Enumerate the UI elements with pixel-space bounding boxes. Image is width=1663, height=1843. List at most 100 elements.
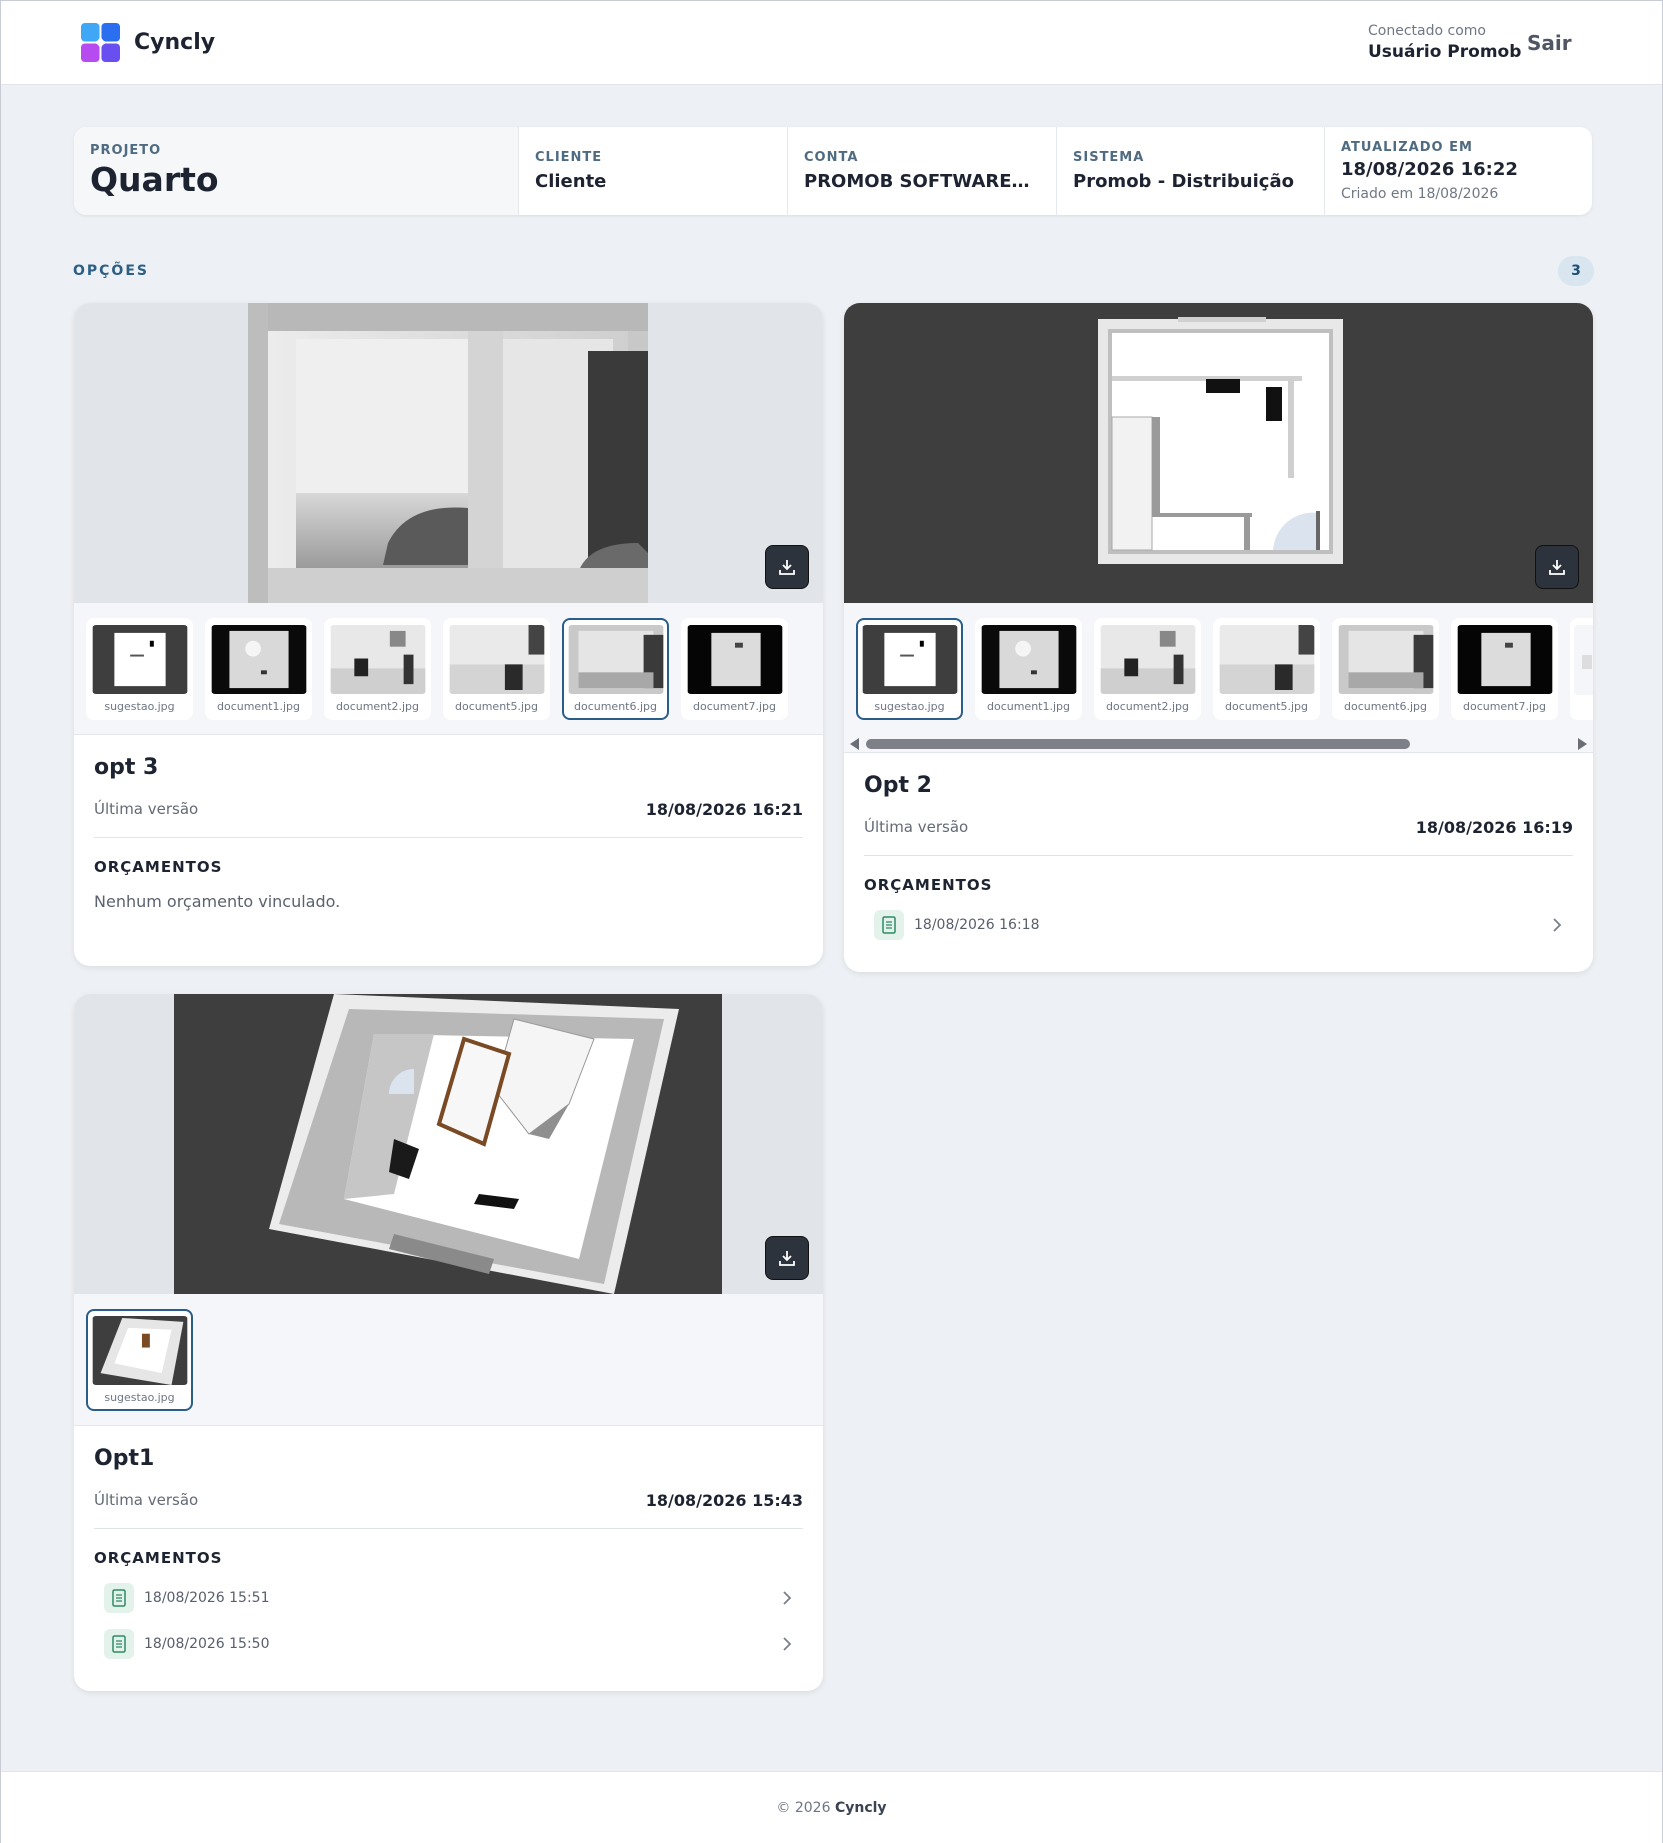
thumbnail-label: document2.jpg [1105,700,1189,713]
thumbnail-strip: sugestao.jpg document1.jpg document2.jpg… [74,603,823,735]
thumbnail-image [862,625,957,694]
budget-date: 18/08/2026 15:50 [144,1636,270,1652]
project-cell: PROJETO Quarto [74,127,519,215]
logout-button[interactable]: Sair [1527,31,1572,55]
thumbnail-image [1100,625,1195,694]
last-version-value: 18/08/2026 16:21 [645,800,803,819]
thumbnail-image [211,625,306,694]
thumbnail[interactable]: document1.jpg [205,618,312,720]
budget-item[interactable]: 18/08/2026 15:51 [94,1575,803,1621]
budget-item[interactable]: 18/08/2026 16:18 [864,902,1573,948]
no-budget-message: Nenhum orçamento vinculado. [94,892,341,911]
card-body: Opt 2 Última versão 18/08/2026 16:19 ORÇ… [844,753,1593,972]
cyncly-logo-icon [81,23,120,62]
updated-cell: ATUALIZADO EM 18/08/2026 16:22 Criado em… [1325,127,1592,215]
option-preview [74,994,823,1294]
thumbnail[interactable]: document2.jpg [1094,618,1201,720]
footer-copyright: © 2026 [776,1800,831,1816]
updated-value: 18/08/2026 16:22 [1341,159,1518,180]
chevron-right-icon [783,1591,792,1605]
connected-caption: Conectado como [1368,23,1486,39]
option-title: opt 3 [94,755,159,780]
thumbnail-label: document2.jpg [335,700,419,713]
top-bar: Cyncly Conectado como Usuário Promob Sai… [1,1,1662,85]
options-count-badge: 3 [1558,256,1594,286]
thumbnail-label: sugestao.jpg [104,700,175,713]
client-value: Cliente [535,171,607,192]
budget-date: 18/08/2026 16:18 [914,917,1040,933]
option-card-opt3: sugestao.jpg document1.jpg document2.jpg… [74,303,823,966]
download-button[interactable] [765,1236,809,1280]
option-title: Opt 2 [864,773,932,798]
account-label: CONTA [804,150,859,165]
thumbnail[interactable]: document1.jpg [975,618,1082,720]
thumbnail[interactable]: document7.jpg [1451,618,1558,720]
thumbnail-label: sugestao.jpg [874,700,945,713]
thumbnail-label: sugestao.jpg [104,1391,175,1404]
last-version-row: Última versão 18/08/2026 16:21 [94,800,803,838]
thumbnail-label: document5.jpg [454,700,538,713]
scroll-left-icon[interactable] [850,738,859,750]
thumbnail[interactable]: document6.jpg [1332,618,1439,720]
budget-item[interactable]: 18/08/2026 15:50 [94,1621,803,1667]
thumbnail-strip: sugestao.jpg [74,1294,823,1426]
client-cell: CLIENTE Cliente [519,127,788,215]
thumbnail-active[interactable]: document6.jpg [562,618,669,720]
thumbnail-image [330,625,425,694]
last-version-value: 18/08/2026 15:43 [645,1491,803,1510]
card-body: Opt1 Última versão 18/08/2026 15:43 ORÇA… [74,1426,823,1691]
horizontal-scrollbar[interactable] [844,734,1593,752]
option-title: Opt1 [94,1446,155,1471]
scroll-right-icon[interactable] [1578,738,1587,750]
system-cell: SISTEMA Promob - Distribuição [1057,127,1325,215]
project-info-bar: PROJETO Quarto CLIENTE Cliente CONTA PRO… [74,127,1592,215]
thumbnail-strip: sugestao.jpg document1.jpg document2.jpg… [844,603,1593,753]
thumbnail-image [92,625,187,694]
download-button[interactable] [765,545,809,589]
project-name: Quarto [90,160,219,199]
document-icon [874,910,904,940]
thumbnail-label: document5.jpg [1224,700,1308,713]
render-image [174,994,722,1294]
thumbnail-partial[interactable] [1570,618,1593,720]
thumbnail-image [1457,625,1552,694]
budget-date: 18/08/2026 15:51 [144,1590,270,1606]
user-info: Conectado como Usuário Promob [1368,23,1521,62]
option-preview [844,303,1593,603]
client-label: CLIENTE [535,150,603,165]
project-label: PROJETO [90,143,162,158]
thumbnail-image [1219,625,1314,694]
account-cell: CONTA PROMOB SOFTWARES S.... [788,127,1057,215]
last-version-label: Última versão [94,1491,199,1509]
thumbnail[interactable]: sugestao.jpg [86,618,193,720]
updated-label: ATUALIZADO EM [1341,140,1473,155]
thumbnail-image [92,1316,187,1385]
last-version-label: Última versão [94,800,199,818]
footer-brand: Cyncly [834,1800,887,1816]
thumbnail-label: document7.jpg [692,700,776,713]
system-value: Promob - Distribuição [1073,171,1294,192]
option-card-opt1: sugestao.jpg Opt1 Última versão 18/08/20… [74,994,823,1691]
download-button[interactable] [1535,545,1579,589]
thumbnail-image [449,625,544,694]
budgets-title: ORÇAMENTOS [94,1549,223,1567]
last-version-row: Última versão 18/08/2026 16:19 [864,818,1573,856]
scrollbar-thumb[interactable] [866,739,1410,749]
thumbnail[interactable]: document5.jpg [443,618,550,720]
thumbnail[interactable]: document2.jpg [324,618,431,720]
thumbnail[interactable]: document5.jpg [1213,618,1320,720]
thumbnail-active[interactable]: sugestao.jpg [86,1309,193,1411]
user-name: Usuário Promob [1368,42,1522,62]
document-icon [104,1629,134,1659]
thumbnail-label: document7.jpg [1462,700,1546,713]
option-preview [74,303,823,603]
option-card-opt2: sugestao.jpg document1.jpg document2.jpg… [844,303,1593,972]
brand[interactable]: Cyncly [81,23,215,62]
thumbnail-active[interactable]: sugestao.jpg [856,618,963,720]
thumbnail-image [981,625,1076,694]
created-text: Criado em 18/08/2026 [1341,186,1499,202]
thumbnail[interactable]: document7.jpg [681,618,788,720]
brand-name: Cyncly [134,30,216,55]
budgets-title: ORÇAMENTOS [94,858,223,876]
thumbnail-label: document6.jpg [573,700,657,713]
